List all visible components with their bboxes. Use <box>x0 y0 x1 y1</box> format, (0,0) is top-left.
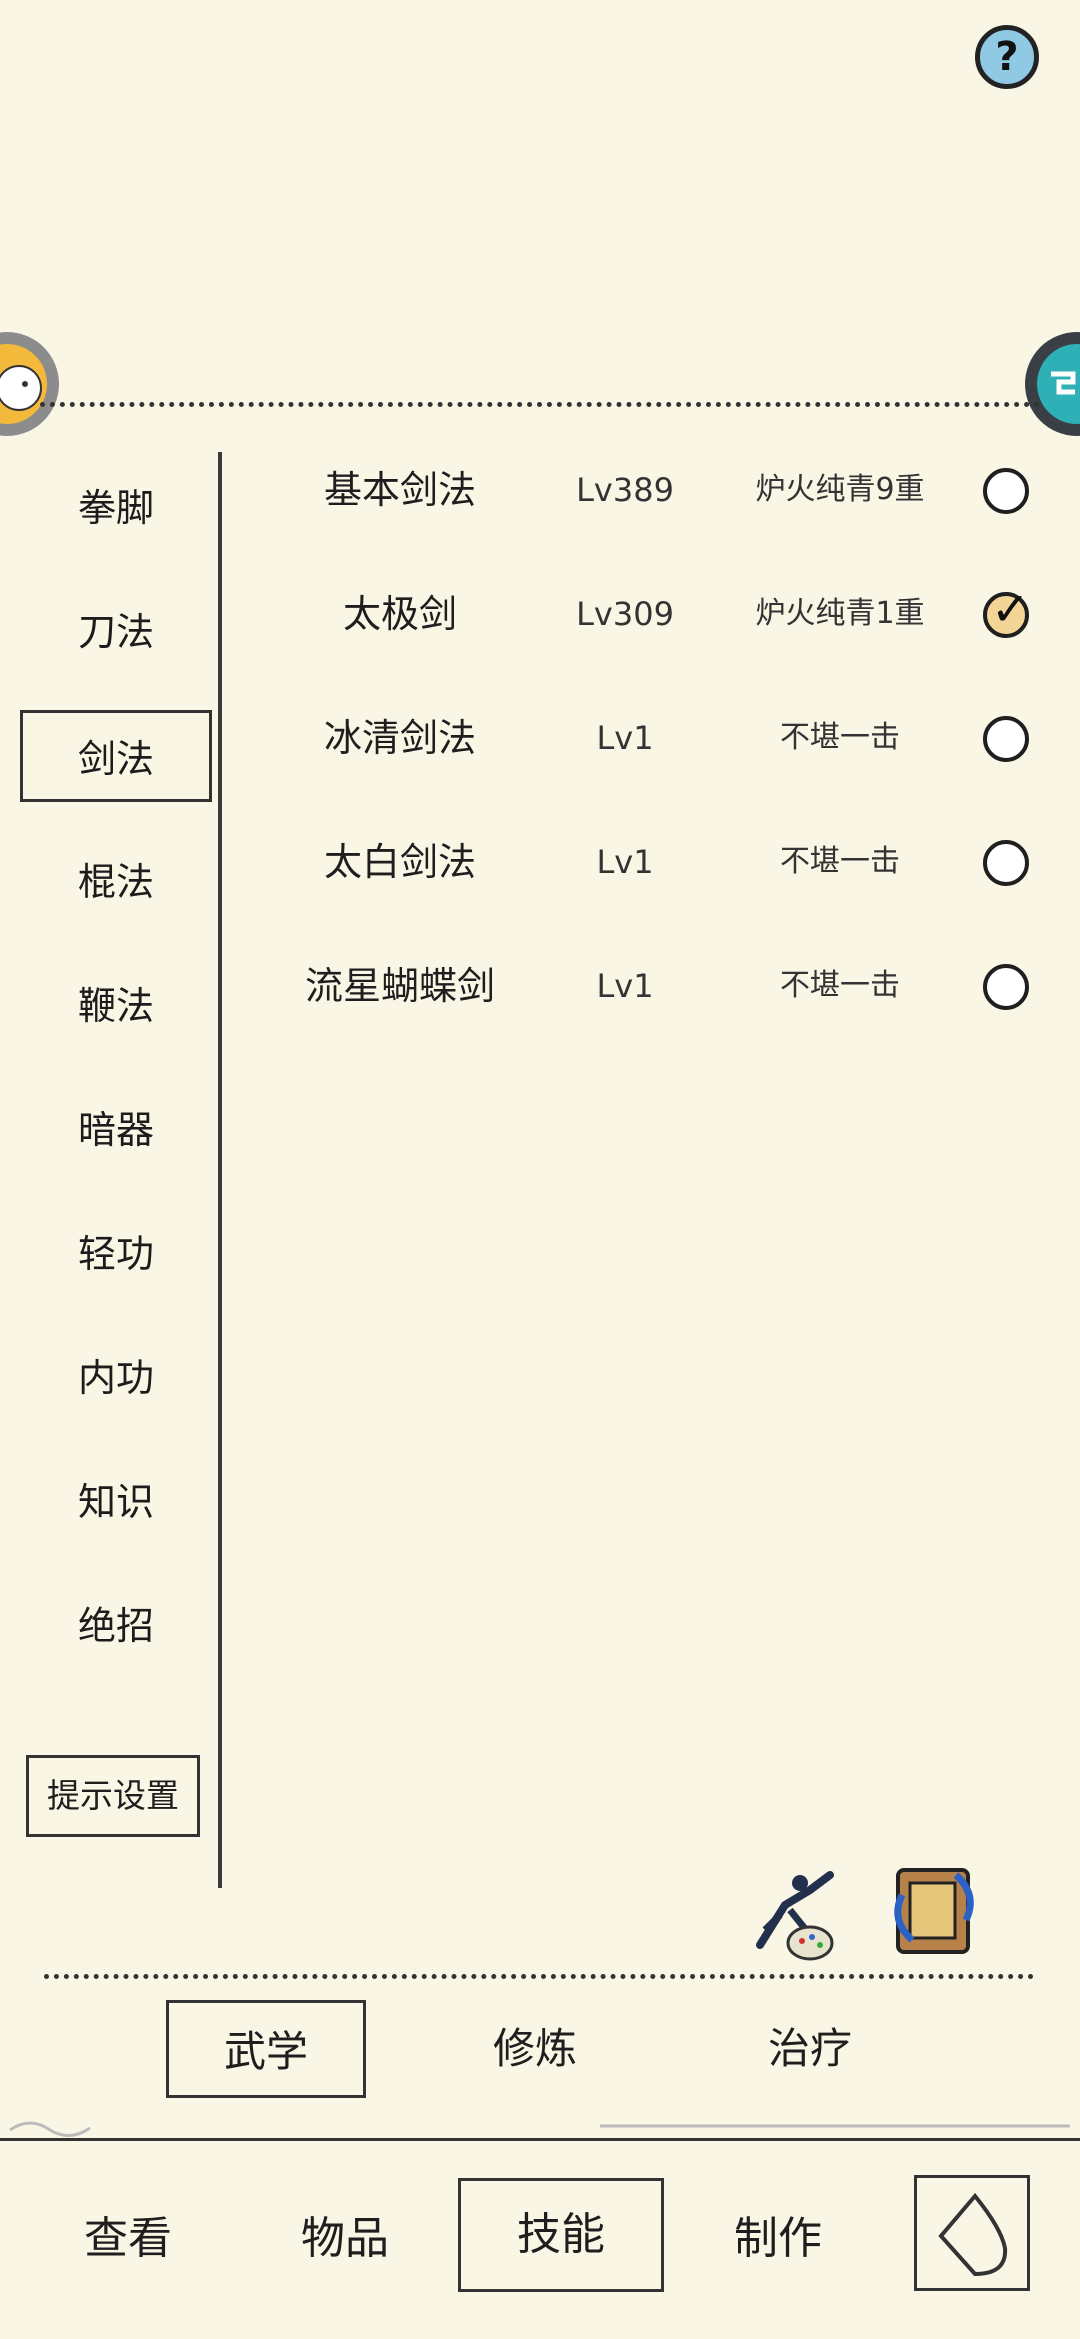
skill-row[interactable]: 流星蝴蝶剑 Lv1 不堪一击 <box>240 924 1060 1048</box>
skill-rank: 炉火纯青9重 <box>755 472 925 507</box>
martial-art-demo-icon[interactable] <box>740 1855 850 1965</box>
divider-top <box>40 402 1040 407</box>
hint-settings-button[interactable]: 提示设置 <box>26 1755 200 1837</box>
skill-checkbox[interactable] <box>983 964 1029 1010</box>
skill-row[interactable]: 太极剑 Lv309 炉火纯青1重 ✓ <box>240 552 1060 676</box>
skill-rank: 炉火纯青1重 <box>755 596 925 631</box>
category-3[interactable]: 剑法 <box>20 710 212 802</box>
decorative-wave <box>9 2121 1070 2137</box>
sub-tab-2[interactable]: 修炼 <box>435 2000 635 2098</box>
help-button[interactable]: ? <box>975 25 1039 89</box>
category-1[interactable]: 拳脚 <box>20 462 212 554</box>
skill-name: 太白剑法 <box>323 840 476 884</box>
skill-rank: 不堪一击 <box>780 844 900 879</box>
skill-level: Lv1 <box>596 843 654 881</box>
category-9[interactable]: 知识 <box>20 1456 212 1548</box>
avatar-portrait <box>0 344 47 424</box>
category-10[interactable]: 绝招 <box>20 1580 212 1672</box>
skill-level: Lv1 <box>596 719 654 757</box>
swap-manual-icon[interactable] <box>880 1855 990 1965</box>
skill-name: 基本剑法 <box>323 468 476 512</box>
skill-row[interactable]: 基本剑法 Lv389 炉火纯青9重 <box>240 428 1060 552</box>
skill-checkbox[interactable] <box>983 468 1029 514</box>
avatar-portrait <box>1037 344 1080 424</box>
skill-checkbox[interactable]: ✓ <box>983 582 1030 638</box>
skill-level: Lv389 <box>576 471 674 509</box>
nav-tab-4[interactable]: 制作 <box>678 2190 878 2288</box>
companion-avatar-right[interactable] <box>1025 332 1080 436</box>
category-8[interactable]: 内功 <box>20 1332 212 1424</box>
skill-rank: 不堪一击 <box>780 720 900 755</box>
nav-tab-3[interactable]: 技能 <box>458 2178 664 2292</box>
skill-checkbox[interactable] <box>983 716 1029 762</box>
category-4[interactable]: 棍法 <box>20 836 212 928</box>
category-7[interactable]: 轻功 <box>20 1208 212 1300</box>
sub-tab-1[interactable]: 武学 <box>166 2000 366 2098</box>
skill-row[interactable]: 冰清剑法 Lv1 不堪一击 <box>240 676 1060 800</box>
divider-bottom <box>44 1974 1034 1979</box>
skill-row[interactable]: 太白剑法 Lv1 不堪一击 <box>240 800 1060 924</box>
back-arrow-icon <box>938 2192 1008 2277</box>
sub-tab-3[interactable]: 治疗 <box>710 2000 910 2098</box>
skill-checkbox[interactable] <box>983 840 1029 886</box>
category-6[interactable]: 暗器 <box>20 1084 212 1176</box>
question-icon: ? <box>995 34 1019 80</box>
category-2[interactable]: 刀法 <box>20 586 212 678</box>
skill-name: 冰清剑法 <box>323 716 476 760</box>
nav-tab-2[interactable]: 物品 <box>245 2190 445 2288</box>
category-5[interactable]: 鞭法 <box>20 960 212 1052</box>
skill-level: Lv1 <box>596 967 654 1005</box>
nav-tab-1[interactable]: 查看 <box>28 2190 228 2288</box>
nav-divider <box>0 2138 1080 2141</box>
skill-name: 太极剑 <box>342 592 457 636</box>
checkmark-icon: ✓ <box>991 582 1030 636</box>
panel-divider <box>218 452 222 1888</box>
skill-rank: 不堪一击 <box>780 968 900 1003</box>
skill-name: 流星蝴蝶剑 <box>304 964 495 1008</box>
back-button[interactable] <box>914 2175 1030 2291</box>
player-avatar-left[interactable] <box>0 332 59 436</box>
skill-level: Lv309 <box>576 595 674 633</box>
